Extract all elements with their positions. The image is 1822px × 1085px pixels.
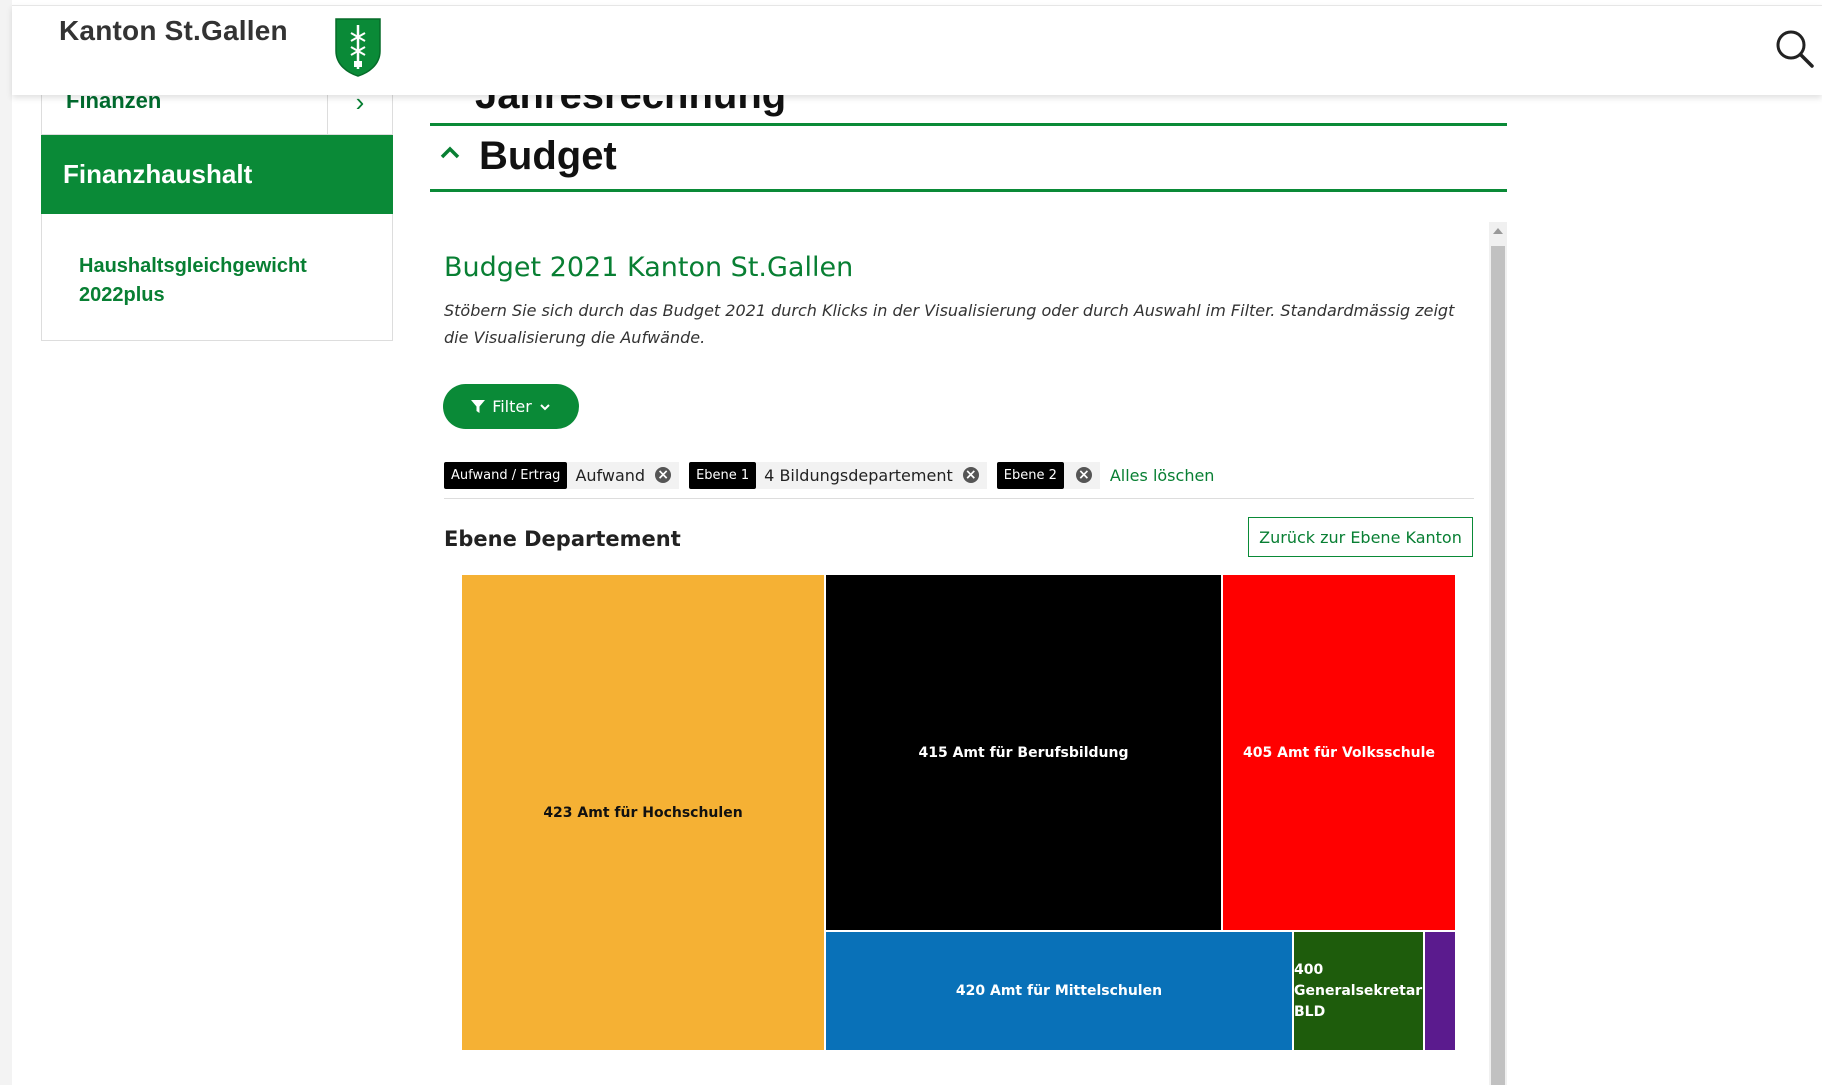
panel-scrollbar[interactable] (1489, 222, 1507, 1085)
site-header: Kanton St.Gallen (12, 5, 1822, 95)
sidebar-subnav: Haushaltsgleichgewicht 2022plus (41, 214, 393, 341)
remove-filter-icon[interactable] (962, 467, 979, 483)
budget-description: Stöbern Sie sich durch das Budget 2021 d… (444, 301, 1455, 347)
divider (444, 498, 1474, 499)
budget-panel: Budget 2021 Kanton St.Gallen Stöbern Sie… (430, 222, 1507, 1085)
sidebar-item-haushaltsgleichgewicht[interactable]: Haushaltsgleichgewicht 2022plus (79, 255, 307, 306)
chevron-down-icon (540, 403, 550, 410)
sidebar-nav: Finanzen › Finanzhaushalt Haushaltsgleic… (41, 70, 393, 341)
filter-icon (471, 399, 486, 413)
filter-button[interactable]: Filter (443, 384, 579, 429)
accordion-divider (430, 189, 1507, 192)
budget-treemap: 423 Amt für Hochschulen 415 Amt für Beru… (461, 574, 1456, 1051)
chevron-up-icon[interactable] (437, 140, 463, 166)
site-logo-text[interactable]: Kanton St.Gallen (59, 15, 288, 47)
search-icon[interactable] (1772, 26, 1816, 70)
clear-all-filters-link[interactable]: Alles löschen (1110, 466, 1215, 485)
filter-chip-tag: Aufwand / Ertrag (444, 461, 568, 489)
window-frame (0, 0, 12, 1085)
accordion-title-budget[interactable]: Budget (479, 134, 617, 179)
filter-chip-tag: Ebene 1 (689, 461, 757, 489)
filter-chip-aufwand: Aufwand (567, 461, 680, 489)
sidebar-item-finanzhaushalt[interactable]: Finanzhaushalt (41, 135, 393, 214)
treemap-tile-hochschulen[interactable]: 423 Amt für Hochschulen (461, 574, 825, 1051)
back-to-kanton-button[interactable]: Zurück zur Ebene Kanton (1248, 517, 1473, 557)
treemap-tile-mittelschulen[interactable]: 420 Amt für Mittelschulen (825, 931, 1293, 1051)
treemap-tile-generalsekretariat[interactable]: 400 Generalsekretariat BLD (1293, 931, 1424, 1051)
filter-chip-ebene2 (1063, 461, 1100, 489)
scroll-up-arrow-icon[interactable] (1493, 228, 1503, 234)
scroll-thumb[interactable] (1491, 246, 1505, 1085)
filter-chip-bildungsdepartement: 4 Bildungsdepartement (756, 461, 987, 489)
level-title: Ebene Departement (444, 527, 681, 551)
treemap-tile-other[interactable] (1424, 931, 1456, 1051)
filter-label: Filter (492, 397, 532, 416)
remove-filter-icon[interactable] (1075, 467, 1092, 483)
treemap-tile-berufsbildung[interactable]: 415 Amt für Berufsbildung (825, 574, 1222, 931)
budget-heading: Budget 2021 Kanton St.Gallen (444, 252, 854, 283)
filter-chip-tag: Ebene 2 (996, 461, 1064, 489)
remove-filter-icon[interactable] (655, 467, 672, 483)
canton-shield-icon[interactable] (334, 17, 382, 77)
accordion-divider (430, 123, 1507, 126)
treemap-tile-volksschule[interactable]: 405 Amt für Volksschule (1222, 574, 1456, 931)
active-filters: Aufwand / Ertrag Aufwand Ebene 1 4 Bildu… (444, 461, 1214, 489)
